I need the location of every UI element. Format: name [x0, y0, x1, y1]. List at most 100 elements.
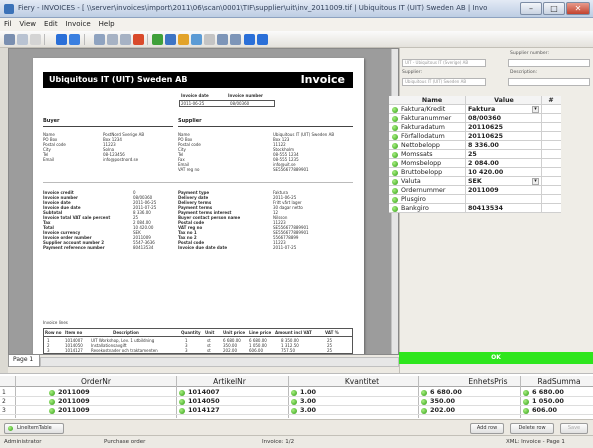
field-row[interactable]: Plusgiro [389, 195, 561, 204]
description-field[interactable] [508, 78, 590, 86]
valid-status-icon [421, 407, 427, 414]
add-line-icon[interactable] [244, 34, 255, 45]
col-radsumma-header: RadSumma [537, 377, 581, 386]
order-cell[interactable]: 2011009 [58, 388, 90, 397]
refresh-icon[interactable] [30, 34, 41, 45]
action-bar: LineItemTable Add row Delete row Save [0, 419, 593, 435]
document-viewer[interactable]: Ubiquitous IT (UIT) Sweden AB Invoice In… [8, 48, 399, 355]
supplier-heading: Supplier [178, 118, 202, 124]
price-cell[interactable]: 202.00 [430, 406, 455, 415]
field-value[interactable]: Faktura [468, 105, 528, 114]
menu-view[interactable]: View [15, 18, 40, 30]
field-row[interactable]: Bruttobelopp 10 420.00 [389, 168, 561, 177]
add-icon[interactable] [56, 34, 67, 45]
add-row-button[interactable]: Add row [470, 423, 504, 434]
supplier-number-field[interactable] [508, 59, 590, 67]
field-name: Valuta [401, 178, 421, 185]
price-cell[interactable]: 350.00 [430, 397, 455, 406]
qty-cell[interactable]: 3.00 [300, 397, 316, 406]
supplier-code-field[interactable]: UIT - Ubiquitous IT (Sverige) AB [402, 59, 486, 67]
valid-status-icon [392, 178, 398, 185]
remove-line-icon[interactable] [257, 34, 268, 45]
folder-icon[interactable] [178, 34, 189, 45]
line-item-row[interactable]: 3 2011009 1014127 3.00 202.00 606.00 [0, 406, 593, 415]
field-value[interactable]: 20110625 [468, 123, 538, 132]
page-tab[interactable]: Page 1 [8, 355, 40, 367]
pause-icon[interactable] [107, 34, 118, 45]
remove-icon[interactable] [69, 34, 80, 45]
price-cell[interactable]: 6 680.00 [430, 388, 462, 397]
delete-icon[interactable] [133, 34, 144, 45]
line-item-table-button[interactable]: LineItemTable [4, 423, 64, 434]
field-row[interactable]: Förfallodatum 20110625 [389, 132, 561, 141]
field-row[interactable]: Ordernummer 2011009 [389, 186, 561, 195]
line-item-row[interactable]: 2 2011009 1014050 3.00 350.00 1 050.00 [0, 397, 593, 406]
document-type: Invoice [300, 73, 345, 86]
next-icon[interactable] [230, 34, 241, 45]
maximize-button[interactable]: □ [543, 2, 565, 15]
menu-edit[interactable]: Edit [40, 18, 62, 30]
status-xml: XML: Invoice - Page 1 [506, 439, 565, 445]
valid-status-icon [392, 205, 398, 212]
menu-file[interactable]: Fil [0, 18, 15, 30]
sum-cell[interactable]: 606.00 [532, 406, 557, 415]
menu-help[interactable]: Help [95, 18, 119, 30]
line-col-header: Unit price [223, 330, 246, 335]
line-cell: 1014127 [65, 348, 83, 353]
field-value[interactable]: 10 420.00 [468, 168, 538, 177]
field-value[interactable]: 2 084.00 [468, 159, 538, 168]
field-value[interactable]: 25 [468, 150, 538, 159]
field-row[interactable]: Momssats 25 [389, 150, 561, 159]
field-value[interactable]: 8 336.00 [468, 141, 538, 150]
order-cell[interactable]: 2011009 [58, 406, 90, 415]
line-col-header: Row no [45, 330, 62, 335]
field-name: Ordernummer [401, 187, 446, 194]
field-row[interactable]: Fakturadatum 20110625 [389, 123, 561, 132]
ok-icon[interactable] [152, 34, 163, 45]
field-value[interactable]: SEK [468, 177, 528, 186]
field-row[interactable]: Fakturanummer 08/00360 [389, 114, 561, 123]
delete-row-button[interactable]: Delete row [510, 423, 554, 434]
supplier-number-label: Supplier number: [510, 51, 549, 56]
field-value[interactable]: 08/00360 [468, 114, 538, 123]
field-value[interactable]: 2011009 [468, 186, 538, 195]
close-button[interactable]: ✕ [566, 2, 590, 15]
col-artikelnr-header: ArtikelNr [213, 377, 246, 386]
sum-cell[interactable]: 6 680.00 [532, 388, 564, 397]
article-cell[interactable]: 1014007 [188, 388, 220, 397]
stop-icon[interactable] [120, 34, 131, 45]
dropdown-arrow-icon[interactable]: ▾ [532, 178, 539, 185]
sum-cell[interactable]: 1 050.00 [532, 397, 564, 406]
image-icon[interactable] [191, 34, 202, 45]
grid-icon[interactable] [165, 34, 176, 45]
qty-cell[interactable]: 1.00 [300, 388, 316, 397]
article-cell[interactable]: 1014050 [188, 397, 220, 406]
field-row[interactable]: Nettobelopp 8 336.00 [389, 141, 561, 150]
save-button[interactable]: Save [560, 423, 588, 434]
menu-invoice[interactable]: Invoice [62, 18, 95, 30]
field-row[interactable]: Valuta SEK ▾ [389, 177, 561, 186]
article-cell[interactable]: 1014127 [188, 406, 220, 415]
field-value[interactable] [468, 195, 538, 204]
field-value[interactable]: 80413534 [468, 204, 538, 213]
valid-status-icon [179, 398, 185, 405]
detail-label: Invoice total VAT sale percent [43, 215, 111, 220]
zoom-icon[interactable] [204, 34, 215, 45]
dropdown-arrow-icon[interactable]: ▾ [532, 106, 539, 113]
save-icon[interactable] [4, 34, 15, 45]
lock-icon[interactable] [17, 34, 28, 45]
field-row[interactable]: Faktura/Kredit Faktura ▾ [389, 105, 561, 114]
minimize-button[interactable]: – [520, 2, 542, 15]
line-col-header: VAT % [325, 330, 339, 335]
qty-cell[interactable]: 3.00 [300, 406, 316, 415]
order-cell[interactable]: 2011009 [58, 397, 90, 406]
field-value[interactable]: 20110625 [468, 132, 538, 141]
field-row[interactable]: Momsbelopp 2 084.00 [389, 159, 561, 168]
viewer-horizontal-scrollbar[interactable] [40, 357, 399, 367]
line-cell: st [207, 348, 211, 353]
play-icon[interactable] [94, 34, 105, 45]
field-row[interactable]: Bankgiro 80413534 [389, 204, 561, 213]
prev-icon[interactable] [217, 34, 228, 45]
supplier-name-field[interactable]: Ubiquitous IT (UIT) Sweden AB [402, 78, 486, 86]
line-item-row[interactable]: 1 2011009 1014007 1.00 6 680.00 6 680.00 [0, 388, 593, 397]
